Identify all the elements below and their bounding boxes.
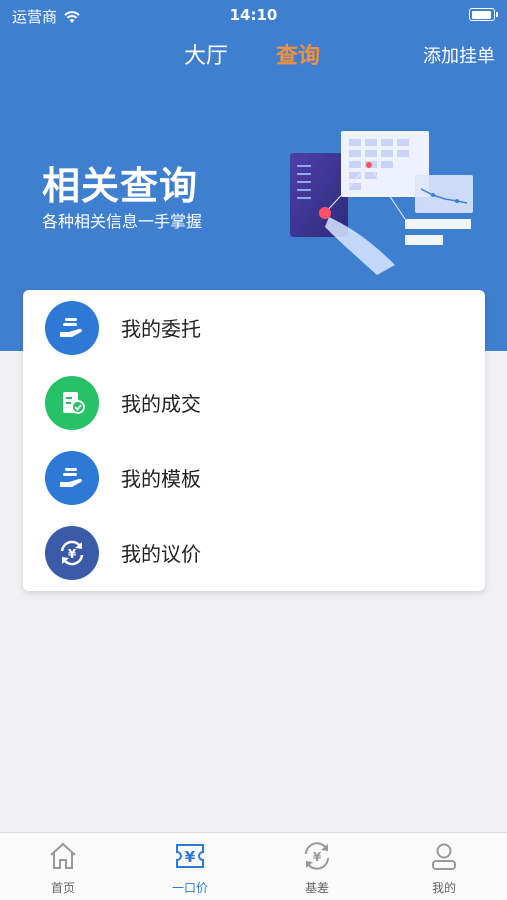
menu-item-label: 我的议价 [121, 542, 201, 566]
tab-label: 首页 [50, 881, 75, 895]
top-nav: 大厅 查询 添加挂单 [0, 38, 507, 72]
menu-item-label: 我的成交 [121, 392, 201, 416]
user-icon [432, 843, 456, 870]
menu-item-label: 我的委托 [121, 317, 201, 341]
tab-label: 我的 [431, 881, 456, 895]
hand-money-icon [45, 450, 99, 505]
yuan-ticket-icon: ¥ [176, 844, 204, 868]
svg-text:¥: ¥ [68, 547, 77, 561]
tab-hall[interactable]: 大厅 [184, 38, 228, 70]
svg-text:¥: ¥ [313, 850, 322, 864]
svg-text:¥: ¥ [185, 848, 196, 866]
status-bar: 运营商 14:10 [0, 0, 507, 30]
menu-item-my-deals[interactable]: 我的成交 [23, 365, 485, 440]
tab-label: 基差 [304, 881, 329, 895]
tab-basis[interactable]: ¥ 基差 [254, 833, 380, 900]
hand-money-icon [45, 300, 99, 355]
tab-query[interactable]: 查询 [276, 38, 320, 70]
tab-mine[interactable]: 我的 [381, 833, 507, 900]
menu-item-my-entrust[interactable]: 我的委托 [23, 290, 485, 365]
data-analysis-illustration [290, 131, 473, 275]
tab-home[interactable]: 首页 [0, 833, 126, 900]
battery-icon [469, 8, 498, 21]
banner-subtitle: 各种相关信息一手掌握 [42, 212, 203, 231]
yuan-refresh-icon: ¥ [305, 842, 329, 870]
tab-label: 一口价 [171, 881, 208, 895]
clock: 14:10 [229, 6, 278, 24]
query-menu-card: 我的委托 我的成交 我的模板 ¥ 我的议价 [23, 290, 485, 591]
menu-item-my-templates[interactable]: 我的模板 [23, 440, 485, 515]
yuan-cycle-icon: ¥ [45, 525, 99, 580]
tab-fixed-price[interactable]: ¥ 一口价 [127, 833, 253, 900]
add-order-button[interactable]: 添加挂单 [423, 42, 495, 68]
home-icon [50, 842, 76, 869]
menu-item-my-negotiations[interactable]: ¥ 我的议价 [23, 515, 485, 590]
banner-title: 相关查询 [42, 164, 199, 208]
document-check-icon [45, 375, 99, 430]
menu-item-label: 我的模板 [121, 467, 201, 491]
bottom-tab-bar: 首页 ¥ 一口价 ¥ 基差 我的 [0, 832, 507, 900]
